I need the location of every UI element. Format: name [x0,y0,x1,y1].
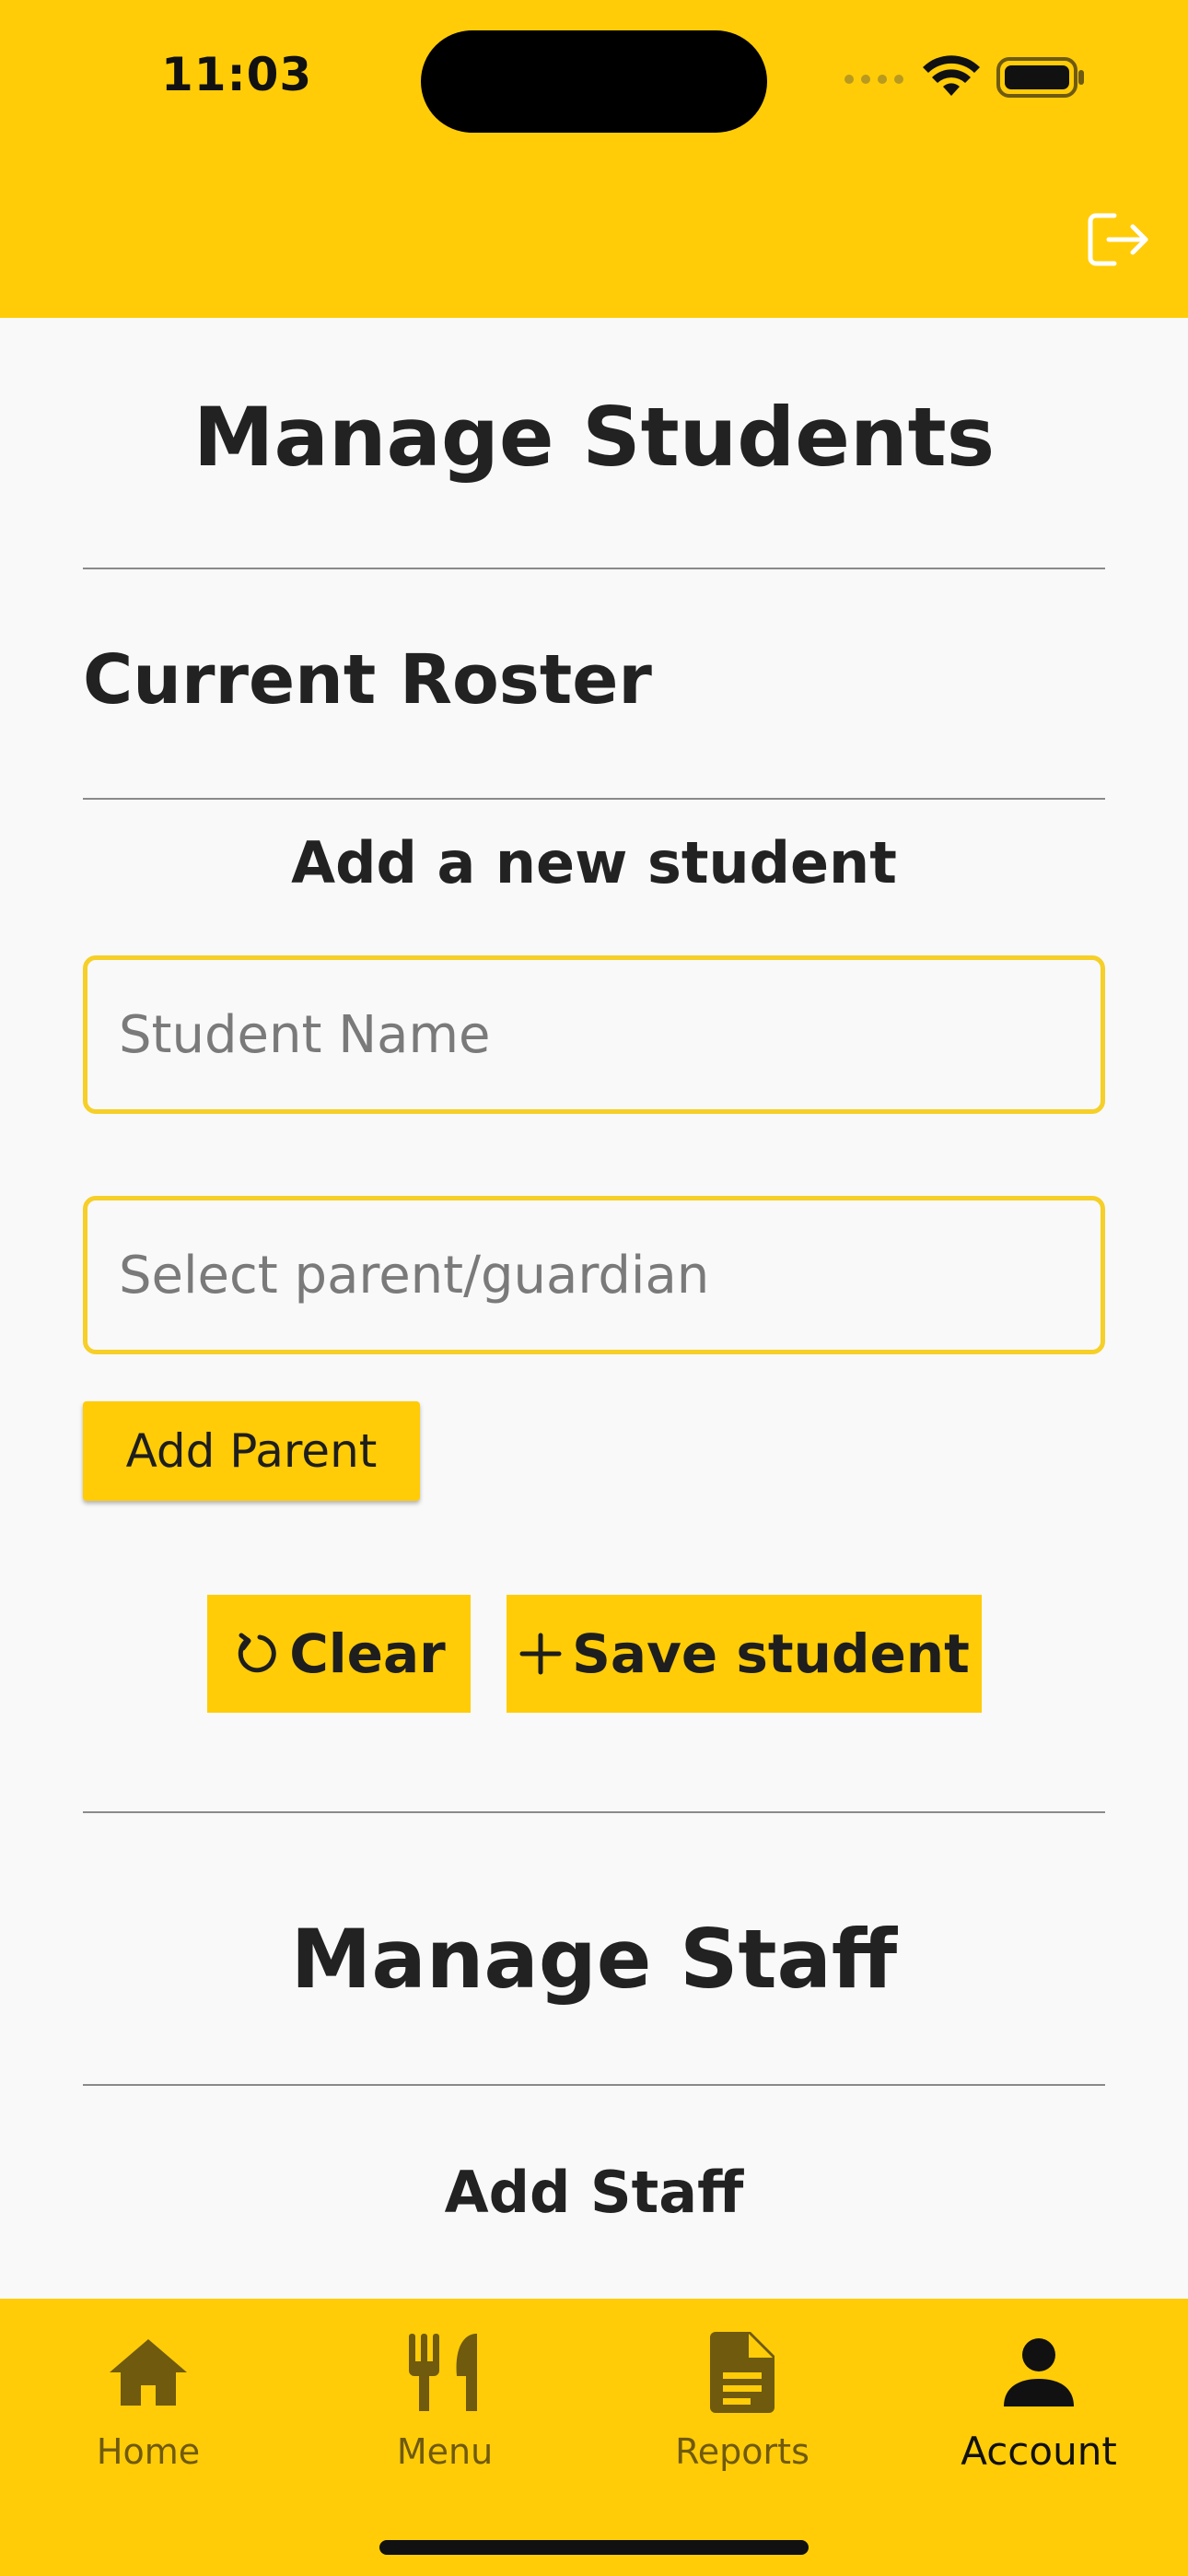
divider [83,1811,1105,1813]
parent-select-placeholder: Select parent/guardian [119,1245,710,1306]
page-title: Manage Students [192,390,996,485]
home-icon [102,2326,194,2418]
battery-icon [996,56,1085,102]
status-time: 11:03 [161,48,313,101]
clear-label: Clear [289,1622,446,1685]
nav-item-reports[interactable]: Reports [594,2326,891,2474]
status-icons [842,55,1085,103]
nav-label-home: Home [96,2431,201,2472]
roster-title: Current Roster [83,640,652,720]
nav-item-home[interactable]: Home [0,2326,297,2474]
plus-icon [519,1633,562,1675]
refresh-icon [239,1633,276,1673]
dynamic-island [421,30,767,133]
add-parent-button[interactable]: Add Parent [83,1401,420,1501]
save-student-button[interactable]: Save student [507,1595,982,1713]
logout-icon [1088,213,1148,266]
divider [83,2084,1105,2086]
nav-label-account: Account [961,2429,1117,2474]
student-name-input[interactable]: Student Name [83,955,1105,1114]
nav-label-reports: Reports [675,2431,809,2472]
main-content: Manage Students Current Roster Add a new… [0,318,1188,2299]
person-icon [993,2326,1085,2416]
nav-item-menu[interactable]: Menu [297,2326,593,2474]
divider [83,798,1105,800]
app-header: 11:03 [0,0,1188,318]
wifi-icon [923,55,980,103]
nav-item-account[interactable]: Account [891,2326,1187,2474]
add-staff-title: Add Staff [444,2159,744,2226]
utensils-icon [399,2326,491,2418]
parent-select-input[interactable]: Select parent/guardian [83,1196,1105,1354]
document-icon [696,2326,788,2418]
logout-button[interactable] [1087,210,1151,269]
signal-icon [842,68,906,90]
add-parent-label: Add Parent [125,1424,378,1478]
home-indicator [379,2540,809,2555]
save-student-label: Save student [572,1622,970,1685]
clear-button[interactable]: Clear [207,1595,471,1713]
student-name-placeholder: Student Name [119,1004,491,1065]
nav-label-menu: Menu [396,2431,494,2472]
divider [83,568,1105,569]
add-student-title: Add a new student [291,829,897,896]
manage-staff-title: Manage Staff [290,1912,898,2007]
bottom-nav: Home Menu Reports Account [0,2299,1188,2576]
